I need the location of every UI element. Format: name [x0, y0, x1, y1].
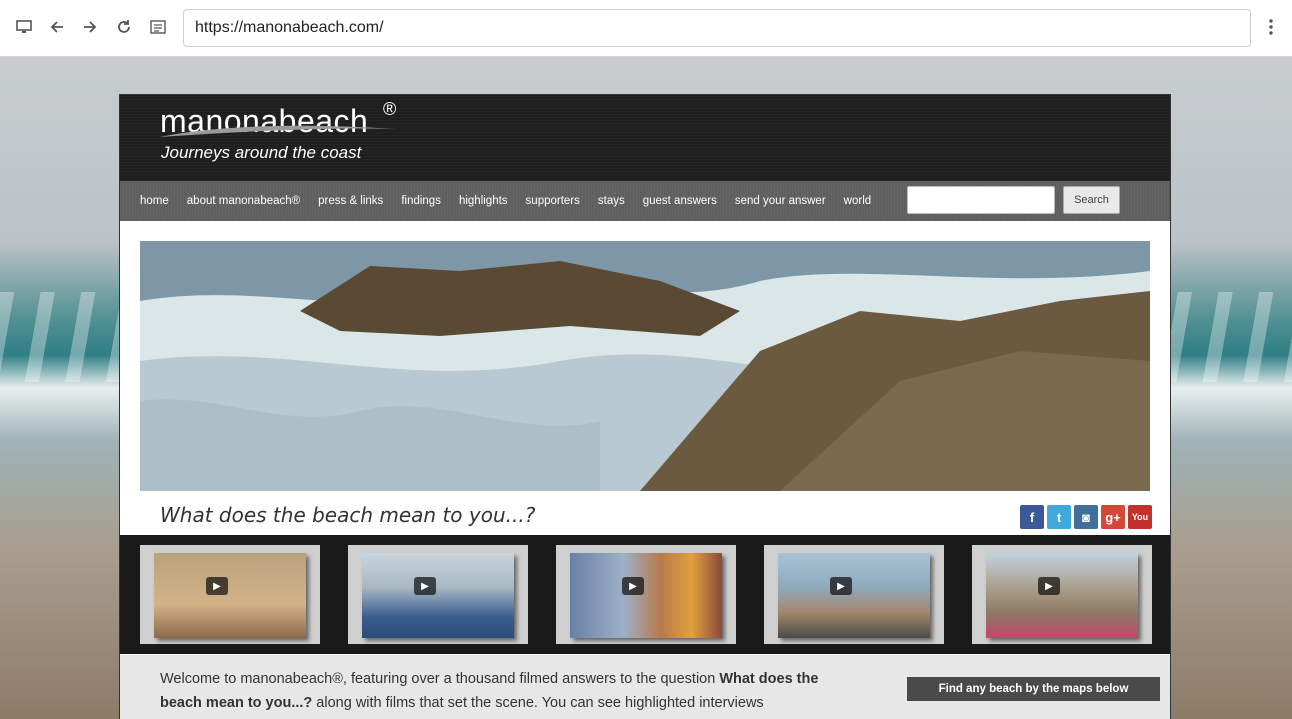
play-icon: ▶ — [206, 577, 228, 595]
welcome-text-part2: along with films that set the scene. You… — [312, 695, 764, 711]
rocks-surf-image — [140, 241, 1150, 491]
video-strip: ▶ ▶ ▶ ▶ ▶ — [120, 535, 1170, 654]
search-button[interactable]: Search — [1063, 186, 1120, 214]
nav-stays[interactable]: stays — [598, 195, 625, 207]
forward-arrow-icon[interactable] — [78, 14, 102, 40]
welcome-text-part1: Welcome to manonabeach®, featuring over … — [160, 671, 720, 687]
nav-send-answer[interactable]: send your answer — [735, 195, 826, 207]
play-icon: ▶ — [1038, 577, 1060, 595]
video-thumbnail[interactable]: ▶ — [764, 545, 944, 644]
play-icon: ▶ — [622, 577, 644, 595]
monitor-icon[interactable] — [12, 14, 36, 40]
reload-icon[interactable] — [112, 14, 136, 40]
hero-image — [140, 241, 1150, 491]
site-container: manonabeach ® Journeys around the coast … — [119, 94, 1171, 719]
registered-mark: ® — [383, 99, 397, 119]
menu-kebab-icon[interactable] — [1259, 14, 1283, 40]
play-icon: ▶ — [414, 577, 436, 595]
main-nav: home about manonabeach® press & links fi… — [120, 181, 1170, 221]
nav-world[interactable]: world — [844, 195, 871, 207]
video-thumbnail[interactable]: ▶ — [140, 545, 320, 644]
video-thumbnail[interactable]: ▶ — [972, 545, 1152, 644]
nav-press-links[interactable]: press & links — [318, 195, 383, 207]
content-area: Welcome to manonabeach®, featuring over … — [120, 655, 1170, 719]
youtube-icon[interactable]: You — [1128, 505, 1152, 529]
nav-guest-answers[interactable]: guest answers — [643, 195, 717, 207]
nav-supporters[interactable]: supporters — [526, 195, 580, 207]
play-icon: ▶ — [830, 577, 852, 595]
find-beach-banner[interactable]: Find any beach by the maps below — [907, 677, 1160, 701]
site-header: manonabeach ® Journeys around the coast — [120, 95, 1170, 181]
address-bar[interactable]: https://manonabeach.com/ — [183, 9, 1251, 47]
twitter-icon[interactable]: t — [1047, 505, 1071, 529]
nav-highlights[interactable]: highlights — [459, 195, 508, 207]
video-thumbnail[interactable]: ▶ — [556, 545, 736, 644]
back-arrow-icon[interactable] — [45, 14, 69, 40]
facebook-icon[interactable]: f — [1020, 505, 1044, 529]
logo-tagline: Journeys around the coast — [161, 143, 362, 162]
logo-swoosh-icon — [160, 125, 395, 137]
nav-about[interactable]: about manonabeach® — [187, 195, 300, 207]
browser-toolbar: https://manonabeach.com/ — [0, 0, 1292, 57]
social-icons: f t ◙ g+ You — [1020, 505, 1152, 529]
welcome-text: Welcome to manonabeach®, featuring over … — [160, 667, 850, 715]
video-thumbnail[interactable]: ▶ — [348, 545, 528, 644]
headline: What does the beach mean to you...? — [160, 503, 536, 527]
search-input[interactable] — [907, 186, 1055, 214]
google-plus-icon[interactable]: g+ — [1101, 505, 1125, 529]
reader-view-icon[interactable] — [146, 14, 170, 40]
nav-home[interactable]: home — [140, 195, 169, 207]
instagram-icon[interactable]: ◙ — [1074, 505, 1098, 529]
nav-findings[interactable]: findings — [401, 195, 441, 207]
